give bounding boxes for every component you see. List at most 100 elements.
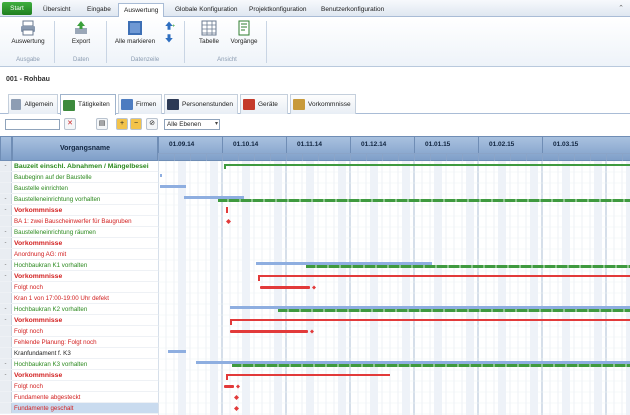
week-tick xyxy=(478,153,479,161)
week-tick xyxy=(494,153,495,161)
row-marker xyxy=(0,282,12,292)
chevron-down-icon: ▾ xyxy=(214,121,218,127)
task-row[interactable]: - Baustelleneinrichtung räumen xyxy=(0,227,158,238)
row-marker: - xyxy=(0,260,12,270)
week-tick xyxy=(254,153,255,161)
task-row[interactable]: Kranfundament f. K3 xyxy=(0,348,158,359)
ribbon-collapse-icon[interactable]: ⌃ xyxy=(618,4,624,12)
row-marker xyxy=(0,216,12,226)
task-row[interactable]: - Hochbaukran K3 vorhalten xyxy=(0,359,158,370)
project-title: 001 - Rohbau xyxy=(6,76,50,83)
week-tick xyxy=(558,153,559,161)
task-row[interactable]: - Hochbaukran K1 vorhalten xyxy=(0,260,158,271)
week-tick xyxy=(318,153,319,161)
task-name: Fundamente abgesteckt xyxy=(14,394,81,401)
menu-tab-globale-konfiguration[interactable]: Globale Konfiguration xyxy=(170,3,243,17)
task-row[interactable]: Folgt noch xyxy=(0,326,158,337)
search-input[interactable] xyxy=(5,119,60,130)
menu-tab-auswertung[interactable]: Auswertung xyxy=(118,3,165,17)
menu-tab-benutzerkonfiguration[interactable]: Benutzerkonfiguration xyxy=(316,3,389,17)
task-row[interactable]: - Baustelleneinrichtung vorhalten xyxy=(0,194,158,205)
row-marker: - xyxy=(0,370,12,380)
column-header-vorgangsname[interactable]: Vorgangsname xyxy=(12,136,158,161)
task-name: Fehlende Planung: Folgt noch xyxy=(14,339,97,346)
actual-bar xyxy=(278,309,630,312)
week-tick xyxy=(622,153,623,161)
task-row[interactable]: - Vorkommnisse xyxy=(0,370,158,381)
tab-label: Geräte xyxy=(258,100,278,108)
row-marker: - xyxy=(0,161,12,171)
move-rows-button[interactable]: + xyxy=(160,20,178,46)
row-marker: - xyxy=(0,227,12,237)
tab-label: Firmen xyxy=(136,100,157,108)
task-row[interactable]: Baubeginn auf der Baustelle xyxy=(0,172,158,183)
actual-bar xyxy=(218,199,630,202)
incident-icon xyxy=(293,99,305,110)
gantt-grid: Vorgangsname 01.09.14 01.10.14 01.11.14 01.… xyxy=(0,136,630,415)
incident-summary-bar-end xyxy=(226,374,228,380)
row-marker xyxy=(0,403,12,413)
tab-allgemein[interactable]: Allgemein xyxy=(8,94,58,114)
expand-icon[interactable]: + xyxy=(116,118,128,130)
general-icon xyxy=(11,99,22,110)
alle-markieren-button[interactable]: Alle markieren xyxy=(112,20,158,45)
auswertung-button[interactable]: Auswertung xyxy=(8,20,48,45)
ribbon-separator xyxy=(266,21,267,63)
week-tick xyxy=(430,153,431,161)
task-row[interactable]: - Vorkommnisse xyxy=(0,315,158,326)
week-tick xyxy=(334,153,335,161)
menu-tab-eingabe[interactable]: Eingabe xyxy=(82,3,116,17)
incident-summary-bar xyxy=(226,374,390,376)
task-row[interactable]: Folgt noch xyxy=(0,282,158,293)
task-row[interactable]: Fundamente abgesteckt xyxy=(0,392,158,403)
filter-off-icon[interactable]: ⊘ xyxy=(146,118,158,130)
week-tick xyxy=(174,153,175,161)
task-row[interactable]: Anordnung AG: mit xyxy=(0,249,158,260)
task-row[interactable]: BA 1: zwei Bauscheinwerfer für Baugruben xyxy=(0,216,158,227)
task-row[interactable]: - Bauzeit einschl. Abnahmen / Mängelbesei xyxy=(0,161,158,172)
task-row[interactable]: Fundamente geschalt xyxy=(0,403,158,414)
gantt-chart xyxy=(158,161,630,415)
task-row[interactable]: Kran 1 von 17:00-19:00 Uhr defekt xyxy=(0,293,158,304)
tabelle-button[interactable]: Tabelle xyxy=(194,20,224,45)
tab-geraete[interactable]: Geräte xyxy=(240,94,288,114)
vorgaenge-button[interactable]: Vorgänge xyxy=(228,20,260,45)
plan-bar xyxy=(160,185,186,188)
week-tick xyxy=(590,153,591,161)
task-row[interactable]: Folgt noch xyxy=(0,381,158,392)
task-row[interactable]: - Vorkommnisse xyxy=(0,205,158,216)
start-button[interactable]: Start xyxy=(2,2,32,15)
task-name: BA 1: zwei Bauscheinwerfer für Baugruben xyxy=(14,218,132,225)
row-marker: - xyxy=(0,271,12,281)
task-row[interactable]: - Vorkommnisse xyxy=(0,271,158,282)
tab-personenstunden[interactable]: Personenstunden xyxy=(164,94,238,114)
task-name: Anordnung AG: mit xyxy=(14,251,67,258)
row-marker xyxy=(0,326,12,336)
task-name: Vorkommnisse xyxy=(14,273,63,280)
tab-vorkommnisse[interactable]: Vorkommnisse xyxy=(290,94,356,114)
task-row[interactable]: - Vorkommnisse xyxy=(0,238,158,249)
clear-filter-icon[interactable]: ✕ xyxy=(64,118,76,130)
week-tick xyxy=(462,153,463,161)
row-number-header xyxy=(0,136,12,161)
export-button[interactable]: Export xyxy=(64,20,98,45)
people-icon xyxy=(167,99,179,110)
menu-tab-uebersicht[interactable]: Übersicht xyxy=(38,3,75,17)
group-daten: Daten xyxy=(72,57,89,63)
tab-firmen[interactable]: Firmen xyxy=(118,94,162,114)
menu-tab-projektkonfiguration[interactable]: Projektkonfiguration xyxy=(244,3,311,17)
task-row[interactable]: Fehlende Planung: Folgt noch xyxy=(0,337,158,348)
collapse-icon[interactable]: − xyxy=(130,118,142,130)
row-marker xyxy=(0,249,12,259)
tab-taetigkeiten[interactable]: Tätigkeiten xyxy=(60,94,116,115)
task-name: Vorkommnisse xyxy=(14,317,63,324)
week-tick xyxy=(350,153,351,161)
incident-bar xyxy=(260,286,310,289)
select-all-icon xyxy=(128,21,142,35)
task-row[interactable]: Baustelle einrichten xyxy=(0,183,158,194)
summary-bar-end xyxy=(224,164,226,169)
options-icon[interactable]: ▤ xyxy=(96,118,108,130)
auswertung-label: Auswertung xyxy=(11,38,45,45)
task-row[interactable]: - Hochbaukran K2 vorhalten xyxy=(0,304,158,315)
level-select[interactable]: Alle Ebenen ▾ xyxy=(164,119,220,130)
